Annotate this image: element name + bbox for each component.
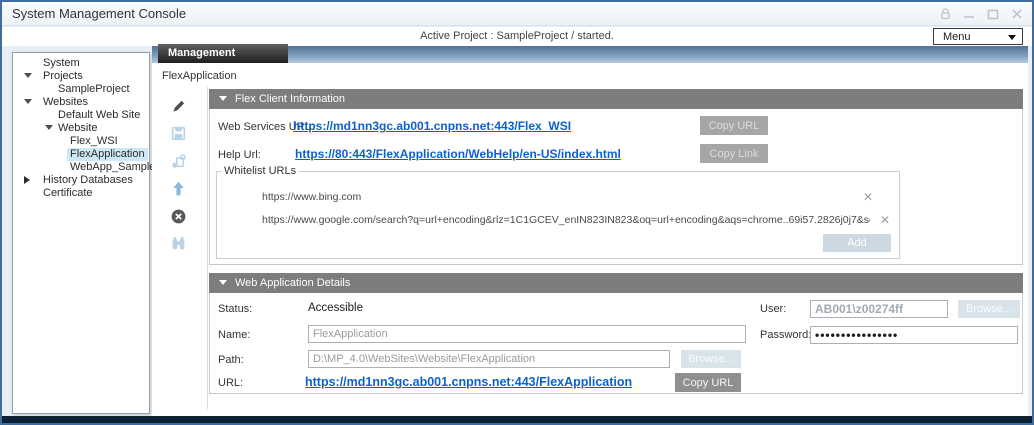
collapse-arrow-icon	[219, 280, 227, 285]
url-label: URL:	[218, 377, 243, 389]
web-services-url-link[interactable]: https://md1nn3gc.ab001.cnpns.net:443/Fle…	[293, 119, 571, 133]
section-title: Flex Client Information	[235, 93, 345, 105]
whitelist-urls-group: Whitelist URLs https://www.bing.com ✕ ht…	[216, 165, 900, 259]
password-label: Password:	[760, 329, 811, 341]
navigation-tree: System Projects SampleProject Websites D…	[12, 52, 150, 414]
window-title: System Management Console	[12, 6, 186, 21]
whitelist-url-row: https://www.google.com/search?q=url+enco…	[217, 214, 899, 229]
whitelist-urls-legend: Whitelist URLs	[221, 165, 299, 177]
status-value: Accessible	[308, 302, 363, 314]
tree-item-flex-wsi[interactable]: Flex_WSI	[13, 135, 149, 148]
tab-management[interactable]: Management	[158, 44, 288, 63]
password-input[interactable]	[810, 326, 1018, 344]
section-flex-client-information: Flex Client Information Web Services URL…	[209, 89, 1023, 265]
expander-down-icon[interactable]	[45, 125, 53, 130]
tree-item-flexapplication[interactable]: FlexApplication	[13, 148, 149, 161]
app-window: System Management Console Active Project…	[0, 0, 1034, 425]
lock-icon	[938, 8, 952, 20]
remove-url-icon[interactable]: ✕	[880, 213, 890, 227]
help-url-link[interactable]: https://80:443/FlexApplication/WebHelp/e…	[295, 147, 621, 161]
application-url-link[interactable]: https://md1nn3gc.ab001.cnpns.net:443/Fle…	[305, 375, 632, 389]
whitelist-url-row: https://www.bing.com ✕	[217, 191, 899, 206]
user-label: User:	[760, 303, 786, 315]
tree-item-webapp-sample[interactable]: WebApp_Sample	[13, 161, 149, 174]
window-bottom-edge	[2, 416, 1032, 423]
path-input[interactable]	[308, 350, 670, 368]
name-input[interactable]	[308, 325, 746, 343]
divider	[207, 87, 208, 409]
maximize-button[interactable]	[986, 8, 1000, 20]
active-project-label: Active Project : SampleProject / started…	[2, 27, 1032, 46]
copy-url-button[interactable]: Copy URL	[700, 116, 768, 135]
copy-link-button[interactable]: Copy Link	[700, 144, 768, 163]
status-bar: Active Project : SampleProject / started…	[2, 27, 1032, 46]
user-browse-button[interactable]: Browse...	[958, 300, 1020, 318]
title-bar: System Management Console	[2, 2, 1032, 26]
add-url-button[interactable]: Add	[823, 234, 891, 252]
save-icon[interactable]	[170, 125, 187, 142]
section-title: Web Application Details	[235, 277, 350, 289]
status-label: Status:	[218, 303, 252, 315]
content-panel: FlexApplication	[152, 63, 1028, 416]
tree-item-certificate[interactable]: Certificate	[13, 187, 149, 200]
tree-item-websites[interactable]: Websites	[13, 96, 149, 109]
expander-down-icon[interactable]	[24, 73, 32, 78]
close-button[interactable]	[1010, 8, 1024, 20]
section-web-application-details: Web Application Details Status: Accessib…	[209, 273, 1023, 394]
minimize-button[interactable]	[962, 8, 976, 20]
user-input[interactable]	[810, 300, 948, 318]
copy-url-button[interactable]: Copy URL	[675, 373, 741, 392]
remove-url-icon[interactable]: ✕	[863, 190, 873, 204]
menu-dropdown-label: Menu	[943, 31, 971, 43]
tree-item-default-web-site[interactable]: Default Web Site	[13, 109, 149, 122]
tree-item-sampleproject[interactable]: SampleProject	[13, 83, 149, 96]
cancel-icon[interactable]	[170, 208, 187, 225]
tree-item-website[interactable]: Website	[13, 122, 149, 135]
whitelist-url-text: https://www.bing.com	[262, 191, 361, 203]
collapse-arrow-icon	[219, 96, 227, 101]
path-label: Path:	[218, 354, 244, 366]
help-url-label: Help Url:	[218, 149, 261, 161]
expander-right-icon[interactable]	[24, 176, 30, 184]
publish-icon[interactable]	[170, 153, 187, 170]
menu-dropdown[interactable]: Menu	[933, 28, 1023, 45]
upload-icon[interactable]	[170, 180, 187, 197]
tree-item-system[interactable]: System	[13, 57, 149, 70]
tree-item-projects[interactable]: Projects	[13, 70, 149, 83]
section-header[interactable]: Web Application Details	[209, 273, 1023, 293]
section-header[interactable]: Flex Client Information	[209, 89, 1023, 109]
name-label: Name:	[218, 329, 250, 341]
path-browse-button[interactable]: Browse...	[681, 350, 741, 368]
breadcrumb: FlexApplication	[162, 70, 237, 82]
edit-icon[interactable]	[170, 98, 187, 115]
find-icon[interactable]	[170, 235, 187, 252]
whitelist-url-text: https://www.google.com/search?q=url+enco…	[262, 214, 870, 226]
expander-down-icon[interactable]	[24, 99, 32, 104]
tree-item-history-databases[interactable]: History Databases	[13, 174, 149, 187]
chevron-down-icon	[1008, 35, 1016, 40]
